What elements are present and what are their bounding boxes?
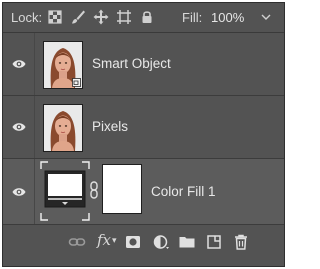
chain-link-icon[interactable]: [89, 181, 99, 204]
link-layers-icon[interactable]: [68, 233, 86, 251]
eye-icon: [12, 188, 26, 196]
lock-transparent-pixels-icon[interactable]: [47, 9, 63, 25]
visibility-toggle[interactable]: [3, 96, 35, 158]
fill-layer-thumbnail[interactable]: [40, 161, 90, 221]
eye-icon: [12, 60, 26, 68]
lock-position-icon[interactable]: [93, 9, 109, 25]
layer-thumbnail[interactable]: [43, 104, 83, 152]
fx-label: fx: [97, 231, 112, 249]
layer-mask-thumbnail[interactable]: [102, 164, 142, 214]
lock-label: Lock:: [11, 10, 43, 25]
layer-thumbnail[interactable]: [43, 41, 83, 89]
layer-name[interactable]: Pixels: [92, 119, 128, 134]
chevron-down-icon[interactable]: [260, 11, 272, 23]
fx-icon[interactable]: fx▾: [97, 231, 121, 249]
layer-name[interactable]: Color Fill 1: [151, 184, 216, 199]
visibility-toggle[interactable]: [3, 33, 35, 95]
lock-fill-bar: Lock: Fill: 100%: [3, 3, 284, 33]
fill-label: Fill:: [182, 10, 203, 25]
layer-row-smart-object[interactable]: Smart Object: [3, 33, 284, 96]
layer-row-color-fill[interactable]: Color Fill 1: [3, 159, 284, 225]
adjustment-layer-icon[interactable]: [152, 233, 170, 251]
visibility-toggle[interactable]: [3, 159, 35, 224]
add-mask-icon[interactable]: [124, 233, 142, 251]
smart-object-badge-icon: [72, 78, 81, 87]
lock-artboard-icon[interactable]: [116, 9, 132, 25]
delete-icon[interactable]: [232, 233, 250, 251]
lock-image-pixels-icon[interactable]: [70, 9, 86, 25]
new-layer-icon[interactable]: [205, 233, 223, 251]
lock-all-icon[interactable]: [139, 9, 155, 25]
layer-row-pixels[interactable]: Pixels: [3, 96, 284, 159]
eye-icon: [12, 123, 26, 131]
portrait-thumbnail-image: [44, 105, 82, 151]
fill-value[interactable]: 100%: [211, 10, 244, 25]
layers-panel: Lock: Fill: 100% Smart Object Pixels Col…: [2, 2, 285, 267]
new-group-icon[interactable]: [178, 233, 196, 251]
panel-toolbar: fx▾: [3, 225, 284, 266]
layer-name[interactable]: Smart Object: [92, 56, 171, 71]
